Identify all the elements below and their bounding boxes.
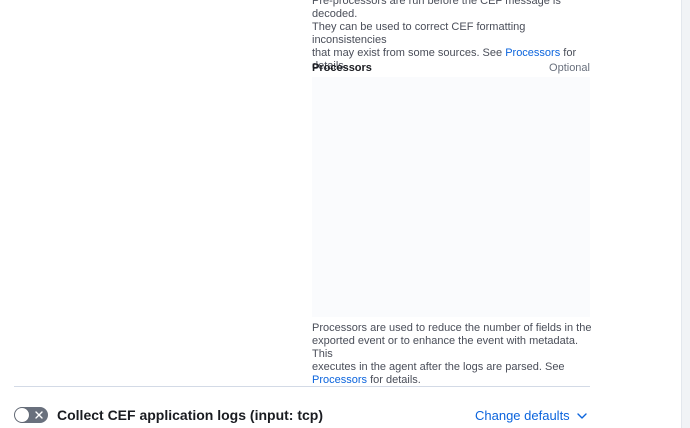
processors-code-editor[interactable] (312, 77, 590, 317)
help-line: Processors are used to reduce the number… (312, 322, 592, 334)
change-defaults-label: Change defaults (475, 408, 570, 423)
processors-docs-link[interactable]: Processors (505, 47, 560, 59)
processors-label: Processors (312, 62, 372, 74)
x-icon (35, 411, 43, 419)
help-line: for (560, 47, 577, 59)
processors-field-header: Processors Optional (312, 61, 590, 75)
help-line: executes in the agent after the logs are… (312, 361, 565, 373)
help-line: Pre-processors are run before the CEF me… (312, 0, 561, 20)
help-line: exported event or to enhance the event w… (312, 335, 579, 360)
help-line: that may exist from some sources. See (312, 47, 506, 59)
change-defaults-button[interactable]: Change defaults (475, 408, 588, 423)
chevron-down-icon (576, 412, 587, 419)
processors-help-text: Processors are used to reduce the number… (312, 322, 592, 387)
tcp-section-title: Collect CEF application logs (input: tcp… (57, 407, 323, 423)
processors-docs-link[interactable]: Processors (312, 374, 367, 386)
help-line: for details. (367, 374, 421, 386)
optional-label: Optional (549, 62, 590, 74)
toggle-knob (15, 408, 29, 422)
help-line: They can be used to correct CEF formatti… (312, 21, 526, 46)
page-scrollbar[interactable] (681, 0, 690, 428)
section-divider (14, 386, 590, 387)
tcp-input-toggle[interactable] (14, 407, 48, 423)
